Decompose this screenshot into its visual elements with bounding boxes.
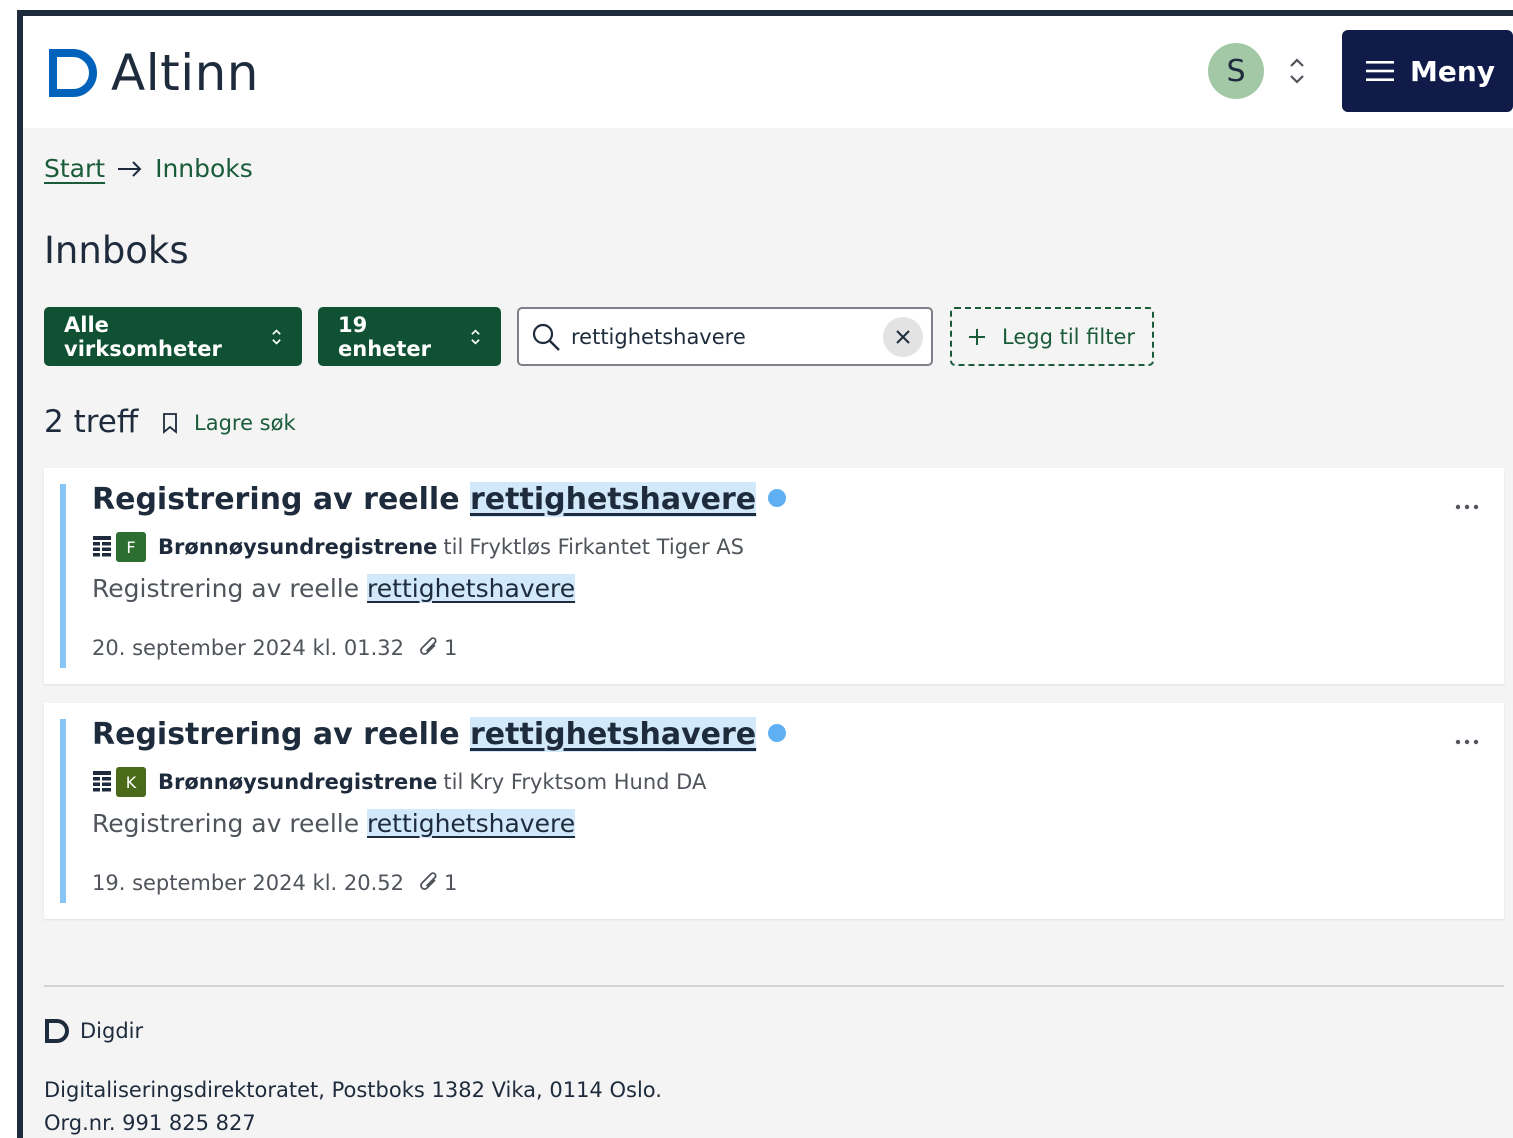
menu-label: Meny (1410, 54, 1496, 88)
recipient-org-badge: F (116, 532, 146, 562)
save-search-button[interactable]: Lagre søk (162, 411, 296, 435)
to-label: til (443, 535, 464, 559)
breadcrumb-start-link[interactable]: Start (44, 154, 105, 183)
message-summary-text: Registrering av reelle (92, 809, 368, 838)
chevron-up-down-icon (471, 328, 480, 345)
message-title-text: Registrering av reelle (92, 482, 470, 517)
bookmark-icon (163, 413, 177, 434)
to-label: til (443, 770, 464, 794)
add-filter-button[interactable]: Legg til filter (950, 307, 1154, 366)
footer-org-number: Org.nr. 991 825 827 (44, 1111, 256, 1135)
unread-indicator-bar (60, 484, 66, 668)
footer-divider (44, 985, 1504, 987)
more-options-icon[interactable] (1454, 729, 1480, 755)
save-search-label: Lagre søk (194, 411, 296, 435)
clear-search-button[interactable] (883, 317, 923, 357)
app-frame: Altinn S Meny Start Innboks Innboks Alle… (17, 10, 1513, 1138)
message-footer: 19. september 2024 kl. 20.52 1 (92, 871, 457, 895)
organizations-filter-button[interactable]: Alle virksomheter (44, 307, 302, 366)
attachment-count: 1 (444, 871, 458, 895)
message-footer: 20. september 2024 kl. 01.32 1 (92, 636, 457, 660)
org-registry-icon (93, 771, 111, 792)
altinn-logo-icon (49, 49, 97, 97)
message-summary-highlight: rettighetshavere (367, 574, 576, 603)
message-summary-highlight: rettighetshavere (367, 809, 576, 838)
menu-button[interactable]: Meny (1342, 30, 1513, 112)
message-sender: Brønnøysundregistrene (158, 770, 438, 794)
result-count: 2 treff (44, 404, 139, 440)
header: Altinn S Meny (23, 16, 1513, 128)
breadcrumb-current: Innboks (155, 154, 253, 183)
digdir-brand: Digdir (80, 1019, 144, 1043)
message-recipient: Kry Fryktsom Hund DA (469, 770, 707, 794)
organizations-filter-label: Alle virksomheter (64, 312, 222, 361)
units-filter-label: 19 enheter (338, 312, 432, 361)
close-icon (896, 330, 910, 344)
message-meta: K Brønnøysundregistrene til Kry Fryktsom… (92, 767, 706, 797)
message-title[interactable]: Registrering av reelle rettighetshavere (92, 717, 787, 752)
message-title-text: Registrering av reelle (92, 717, 470, 752)
plus-icon (969, 328, 985, 345)
logo-text: Altinn (111, 44, 259, 102)
message-title-highlight: rettighetshavere (470, 482, 757, 517)
digdir-logo[interactable]: Digdir (44, 1018, 143, 1044)
message-title-highlight: rettighetshavere (470, 717, 757, 752)
altinn-logo[interactable]: Altinn (47, 44, 259, 102)
message-summary: Registrering av reelle rettighetshavere (92, 574, 576, 603)
arrow-right-icon (118, 160, 142, 177)
hamburger-icon (1366, 61, 1394, 81)
message-title[interactable]: Registrering av reelle rettighetshavere (92, 482, 787, 517)
digdir-logo-icon (45, 1019, 69, 1043)
paperclip-icon (420, 872, 437, 890)
message-summary-text: Registrering av reelle (92, 574, 368, 603)
unread-indicator-bar (60, 719, 66, 903)
account-switch-icon[interactable] (1285, 54, 1309, 88)
message-date: 19. september 2024 kl. 20.52 (92, 871, 405, 895)
chevron-up-down-icon (272, 328, 281, 345)
message-card[interactable]: Registrering av reelle rettighetshavere … (44, 703, 1504, 919)
message-date: 20. september 2024 kl. 01.32 (92, 636, 405, 660)
units-filter-button[interactable]: 19 enheter (318, 307, 501, 366)
footer-address: Digitaliseringsdirektoratet, Postboks 13… (44, 1074, 662, 1138)
search-box (517, 307, 933, 366)
message-sender: Brønnøysundregistrene (158, 535, 438, 559)
message-recipient: Fryktløs Firkantet Tiger AS (469, 535, 744, 559)
message-summary: Registrering av reelle rettighetshavere (92, 809, 576, 838)
more-options-icon[interactable] (1454, 494, 1480, 520)
search-input[interactable] (571, 324, 871, 349)
breadcrumb: Start Innboks (44, 154, 253, 183)
add-filter-label: Legg til filter (1002, 324, 1136, 349)
recipient-org-badge: K (116, 767, 146, 797)
message-card[interactable]: Registrering av reelle rettighetshavere … (44, 468, 1504, 684)
page-title: Innboks (44, 229, 189, 272)
attachment-count: 1 (444, 636, 458, 660)
paperclip-icon (420, 637, 437, 655)
footer-address-line: Digitaliseringsdirektoratet, Postboks 13… (44, 1078, 662, 1102)
unread-dot (768, 489, 787, 507)
unread-dot (768, 724, 787, 742)
avatar[interactable]: S (1208, 43, 1264, 99)
message-meta: F Brønnøysundregistrene til Fryktløs Fir… (92, 532, 744, 562)
avatar-initial: S (1226, 53, 1246, 89)
search-icon (532, 323, 560, 351)
org-registry-icon (93, 536, 111, 557)
